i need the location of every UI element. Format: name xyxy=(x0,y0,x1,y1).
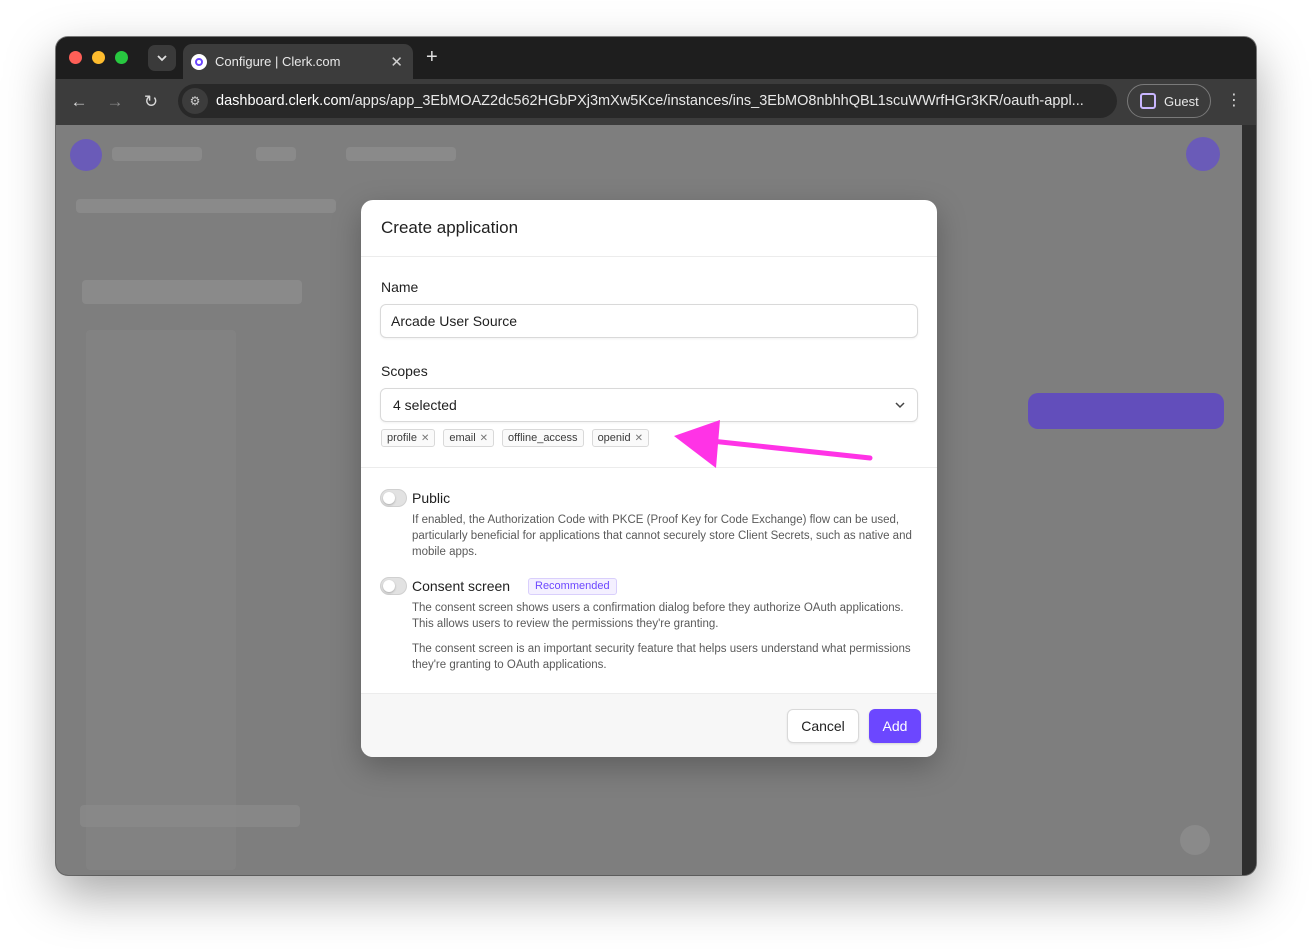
browser-window: Configure | Clerk.com ✕ + ← → ↻ ⚙ dashbo… xyxy=(56,37,1256,875)
scrollbar[interactable] xyxy=(1242,125,1256,875)
scope-chips: profile ✕ email ✕ offline_access openid ✕ xyxy=(381,429,649,447)
profile-icon xyxy=(1140,93,1156,109)
tab-strip: Configure | Clerk.com ✕ + xyxy=(56,37,1256,79)
name-input[interactable] xyxy=(380,304,918,338)
scope-chip-label: offline_access xyxy=(508,432,578,444)
public-title: Public xyxy=(412,490,451,506)
blurred-sidebar xyxy=(86,330,236,870)
consent-screen-toggle[interactable] xyxy=(380,577,407,595)
scope-chip: profile ✕ xyxy=(381,429,436,447)
public-toggle[interactable] xyxy=(380,489,407,507)
blurred-tabs xyxy=(76,199,336,213)
create-application-dialog: Create application Name Scopes 4 selecte… xyxy=(361,200,937,757)
tab-title: Configure | Clerk.com xyxy=(215,54,341,69)
scope-chip-label: email xyxy=(449,432,476,444)
browser-tab[interactable]: Configure | Clerk.com ✕ xyxy=(183,44,413,79)
scopes-label: Scopes xyxy=(381,363,428,379)
remove-chip-icon[interactable]: ✕ xyxy=(635,433,643,444)
scope-chip: offline_access xyxy=(502,429,584,447)
profile-button[interactable]: Guest xyxy=(1127,84,1211,118)
chevron-down-icon xyxy=(157,54,167,61)
blurred-nav xyxy=(256,147,296,161)
clerk-favicon-icon xyxy=(191,53,207,70)
site-settings-icon[interactable]: ⚙ xyxy=(182,88,208,114)
consent-description-1: The consent screen shows users a confirm… xyxy=(412,602,904,630)
blurred-primary-button xyxy=(1028,393,1224,429)
scope-chip: openid ✕ xyxy=(591,429,649,447)
scopes-selected-text: 4 selected xyxy=(393,397,457,413)
remove-chip-icon[interactable]: ✕ xyxy=(421,433,429,444)
browser-menu-icon[interactable]: ⋮ xyxy=(1226,90,1242,110)
blurred-logo xyxy=(70,139,102,171)
blurred-nav xyxy=(346,147,456,161)
url-path: /apps/app_3EbMOAZ2dc562HGbPXj3mXw5Kce/in… xyxy=(350,93,1084,109)
url-text[interactable]: dashboard.clerk.com/apps/app_3EbMOAZ2dc5… xyxy=(216,93,1096,109)
annotation-arrow-icon xyxy=(674,420,873,468)
back-arrow-icon[interactable]: ← xyxy=(69,92,89,112)
minimize-window-button[interactable] xyxy=(92,51,105,64)
blurred-search xyxy=(82,280,302,304)
blurred-avatar xyxy=(1186,137,1220,171)
page-backdrop: Create application Name Scopes 4 selecte… xyxy=(56,125,1242,875)
dialog-title: Create application xyxy=(381,218,519,237)
public-description: If enabled, the Authorization Code with … xyxy=(412,514,912,558)
cancel-button[interactable]: Cancel xyxy=(787,709,859,743)
add-button[interactable]: Add xyxy=(869,709,921,743)
dialog-header: Create application xyxy=(361,200,937,257)
address-bar[interactable]: ⚙ dashboard.clerk.com/apps/app_3EbMOAZ2d… xyxy=(178,84,1117,118)
consent-description-2: The consent screen is an important secur… xyxy=(412,643,911,671)
recommended-badge: Recommended xyxy=(528,578,617,595)
url-host: dashboard.clerk.com xyxy=(216,93,351,109)
blurred-active-item xyxy=(80,805,300,827)
maximize-window-button[interactable] xyxy=(115,51,128,64)
name-label: Name xyxy=(381,279,419,295)
close-tab-icon[interactable]: ✕ xyxy=(390,53,403,71)
profile-label: Guest xyxy=(1164,93,1199,109)
new-tab-button[interactable]: + xyxy=(426,46,438,69)
reload-icon[interactable]: ↻ xyxy=(141,92,161,112)
consent-screen-title: Consent screen xyxy=(412,578,511,594)
forward-arrow-icon[interactable]: → xyxy=(105,92,125,112)
scopes-select[interactable]: 4 selected xyxy=(380,388,918,422)
scope-chip-label: openid xyxy=(597,432,631,444)
chevron-down-icon xyxy=(895,401,905,408)
tab-search-button[interactable] xyxy=(148,45,176,71)
scope-chip-label: profile xyxy=(387,432,417,444)
browser-toolbar: ← → ↻ ⚙ dashboard.clerk.com/apps/app_3Eb… xyxy=(56,79,1256,125)
close-window-button[interactable] xyxy=(69,51,82,64)
blurred-nav xyxy=(112,147,202,161)
blurred-help xyxy=(1180,825,1210,855)
remove-chip-icon[interactable]: ✕ xyxy=(480,433,488,444)
scope-chip: email ✕ xyxy=(443,429,495,447)
dialog-footer: Cancel Add xyxy=(361,693,937,757)
